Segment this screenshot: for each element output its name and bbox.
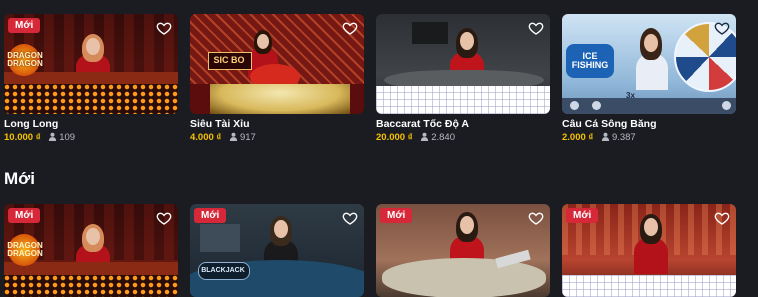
min-bet: 10.000 ₫ (4, 132, 41, 143)
game-title[interactable]: Baccarat Tốc Độ A (376, 118, 469, 130)
multiplier-label: 3x (626, 91, 635, 100)
thumbnail-scene: SIC BO (190, 14, 364, 114)
game-logo: DRAGON DRAGON (7, 241, 43, 258)
game-thumbnail[interactable]: DRAGON DRAGON Mới (4, 14, 178, 114)
new-badge: Mới (8, 18, 41, 33)
heart-outline-icon[interactable] (156, 20, 172, 36)
heart-outline-icon[interactable] (342, 20, 358, 36)
person-icon (48, 132, 57, 144)
game-thumbnail[interactable]: ICE FISHING 3x (562, 14, 736, 114)
game-thumbnail[interactable]: Mới (376, 204, 550, 297)
game-thumbnail[interactable]: SIC BO (190, 14, 364, 114)
game-title[interactable]: Long Long (4, 118, 58, 130)
player-count: 917 (229, 132, 256, 143)
section-title: Mới (4, 169, 35, 188)
game-logo: SIC BO (213, 55, 245, 65)
thumbnail-scene (376, 14, 550, 114)
person-icon (601, 132, 610, 144)
game-meta: 20.000 ₫ 2.840 (376, 132, 455, 144)
player-count: 2.840 (420, 132, 455, 143)
new-badge: Mới (194, 208, 227, 223)
new-badge: Mới (8, 208, 41, 223)
game-meta: 10.000 ₫ 109 (4, 132, 75, 144)
player-count: 9.387 (601, 132, 636, 143)
thumbnail-scene: ICE FISHING 3x (562, 14, 736, 114)
new-badge: Mới (380, 208, 413, 223)
person-icon (420, 132, 429, 144)
game-logo: ICE FISHING (571, 51, 609, 70)
game-logo: DRAGON DRAGON (7, 51, 43, 68)
game-meta: 2.000 ₫ 9.387 (562, 132, 636, 144)
heart-outline-icon[interactable] (342, 210, 358, 226)
game-thumbnail[interactable] (376, 14, 550, 114)
heart-outline-icon[interactable] (528, 20, 544, 36)
game-title[interactable]: Siêu Tài Xỉu (190, 118, 250, 130)
heart-outline-icon[interactable] (714, 20, 730, 36)
heart-outline-icon[interactable] (714, 210, 730, 226)
person-icon (229, 132, 238, 144)
player-count: 109 (48, 132, 75, 143)
game-thumbnail[interactable]: Mới (562, 204, 736, 297)
heart-outline-icon[interactable] (156, 210, 172, 226)
game-thumbnail[interactable]: DRAGON DRAGON Mới (4, 204, 178, 297)
game-title[interactable]: Câu Cá Sông Băng (562, 118, 657, 130)
heart-outline-icon[interactable] (528, 210, 544, 226)
game-meta: 4.000 ₫ 917 (190, 132, 256, 144)
new-badge: Mới (566, 208, 599, 223)
game-logo: BLACKJACK (201, 267, 245, 274)
min-bet: 4.000 ₫ (190, 132, 222, 143)
min-bet: 20.000 ₫ (376, 132, 413, 143)
game-thumbnail[interactable]: BLACKJACK Mới (190, 204, 364, 297)
min-bet: 2.000 ₫ (562, 132, 594, 143)
